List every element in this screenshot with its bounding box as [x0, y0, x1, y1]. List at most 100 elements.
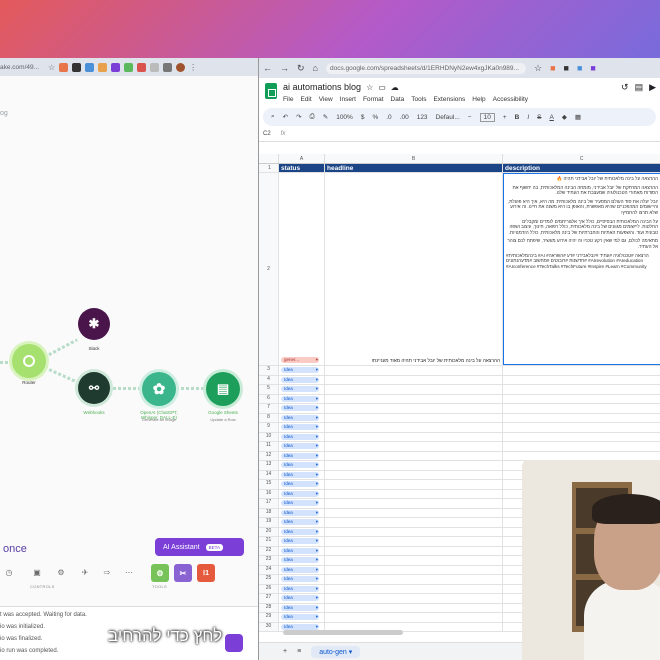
openai-node[interactable]: ✿ — [142, 372, 176, 406]
headline-cell[interactable] — [325, 527, 503, 536]
fill-color-icon[interactable]: ◆ — [562, 113, 567, 121]
headline-cell[interactable] — [325, 375, 503, 384]
sheets-node[interactable]: ▤ — [206, 372, 240, 406]
row-number[interactable]: 27 — [259, 594, 279, 603]
currency-icon[interactable]: $ — [361, 114, 365, 121]
reload-icon[interactable]: ↻ — [297, 63, 305, 74]
row-number[interactable]: 11 — [259, 442, 279, 451]
row-number[interactable]: 2 — [259, 173, 279, 365]
redo-icon[interactable]: ↷ — [296, 113, 301, 121]
menu-view[interactable]: View — [319, 96, 333, 103]
row-number[interactable]: 15 — [259, 480, 279, 489]
extension-icon[interactable]: ■ — [550, 63, 555, 73]
headline-cell[interactable]: ההרצאה על בינה מלאכותית של יובל אבידני ת… — [325, 173, 503, 365]
status-dropdown-chip[interactable]: Idea — [281, 462, 319, 468]
comment-icon[interactable]: ▤ — [635, 82, 644, 93]
menu-format[interactable]: Format — [363, 96, 384, 103]
description-cell[interactable] — [503, 395, 660, 404]
borders-icon[interactable]: ▦ — [575, 113, 581, 121]
header-status-cell[interactable]: status — [279, 164, 325, 172]
column-header-b[interactable]: B — [325, 154, 503, 163]
strikethrough-icon[interactable]: S — [537, 114, 541, 121]
status-cell[interactable]: Idea — [279, 432, 325, 441]
extension-icon[interactable] — [163, 62, 173, 72]
status-cell[interactable]: Idea — [279, 394, 325, 403]
description-cell[interactable] — [503, 452, 660, 461]
headline-cell[interactable] — [325, 594, 503, 603]
status-dropdown-chip[interactable]: Idea — [281, 395, 319, 402]
status-dropdown-chip[interactable]: Idea — [281, 614, 319, 620]
font-size-input[interactable]: 10 — [479, 112, 495, 122]
move-folder-icon[interactable]: ▭ — [378, 83, 386, 92]
menu-file[interactable]: File — [283, 96, 293, 103]
headline-cell[interactable] — [325, 556, 503, 565]
select-all-corner[interactable] — [259, 154, 279, 163]
status-dropdown-chip[interactable]: Idea — [281, 376, 319, 383]
row-number[interactable]: 10 — [259, 432, 279, 441]
chat-support-icon[interactable] — [225, 634, 243, 652]
status-dropdown-chip[interactable]: Idea — [281, 481, 319, 487]
description-cell[interactable] — [503, 423, 660, 432]
percent-icon[interactable]: % — [372, 114, 378, 121]
headline-cell[interactable] — [325, 518, 503, 527]
zoom-select[interactable]: 100% — [336, 114, 353, 121]
description-cell[interactable] — [503, 404, 660, 413]
headline-cell[interactable] — [325, 499, 503, 508]
bold-icon[interactable]: B — [515, 114, 520, 121]
tools-flow-icon[interactable]: ✂ — [174, 564, 192, 582]
status-cell[interactable]: Idea — [279, 613, 325, 622]
extension-icon[interactable] — [150, 62, 160, 72]
status-dropdown-chip[interactable]: gener... — [281, 357, 319, 363]
status-cell[interactable]: Idea — [279, 575, 325, 584]
headline-cell[interactable] — [325, 537, 503, 546]
schedule-icon[interactable]: ◷ — [2, 565, 16, 579]
status-dropdown-chip[interactable]: Idea — [281, 576, 319, 582]
status-cell[interactable]: Idea — [279, 499, 325, 508]
headline-cell[interactable] — [325, 385, 503, 394]
horizontal-scrollbar[interactable] — [283, 630, 403, 635]
meet-icon[interactable]: ▶ — [649, 82, 656, 93]
status-dropdown-chip[interactable]: Idea — [281, 433, 319, 440]
forward-icon[interactable]: → — [280, 63, 289, 73]
tools-text-icon[interactable]: Ⅰ1 — [197, 564, 215, 582]
status-dropdown-chip[interactable]: Idea — [281, 471, 319, 478]
status-dropdown-chip[interactable]: Idea — [281, 405, 319, 411]
row-number[interactable]: 9 — [259, 423, 279, 432]
status-dropdown-chip[interactable]: Idea — [281, 367, 319, 373]
headline-cell[interactable] — [325, 584, 503, 593]
description-cell[interactable] — [503, 376, 660, 385]
headline-cell[interactable] — [325, 603, 503, 612]
status-dropdown-chip[interactable]: Idea — [281, 585, 319, 592]
menu-edit[interactable]: Edit — [300, 96, 311, 103]
row-number[interactable]: 25 — [259, 575, 279, 584]
status-cell[interactable]: Idea — [279, 546, 325, 555]
home-icon[interactable]: ⌂ — [313, 63, 318, 73]
headline-cell[interactable] — [325, 423, 503, 432]
status-dropdown-chip[interactable]: Idea — [281, 623, 319, 630]
menu-tools[interactable]: Tools — [411, 96, 426, 103]
header-description-cell[interactable]: description — [503, 164, 660, 172]
status-dropdown-chip[interactable]: Idea — [281, 443, 319, 449]
headline-cell[interactable] — [325, 413, 503, 422]
row-number[interactable]: 6 — [259, 394, 279, 403]
star-icon[interactable]: ☆ — [48, 63, 55, 72]
headline-cell[interactable] — [325, 565, 503, 574]
status-cell[interactable]: Idea — [279, 489, 325, 498]
row-number[interactable]: 18 — [259, 508, 279, 517]
status-cell[interactable]: Idea — [279, 508, 325, 517]
status-cell[interactable]: Idea — [279, 537, 325, 546]
status-dropdown-chip[interactable]: Idea — [281, 547, 319, 554]
auto-align-icon[interactable]: ✈ — [78, 565, 92, 579]
italic-icon[interactable]: I — [527, 114, 529, 121]
slack-node[interactable]: ✱ — [78, 308, 110, 340]
paint-format-icon[interactable]: ✎ — [323, 113, 328, 121]
column-header-a[interactable]: A — [279, 154, 325, 163]
row-number[interactable]: 12 — [259, 451, 279, 460]
row-number[interactable]: 16 — [259, 489, 279, 498]
row-number[interactable]: 22 — [259, 546, 279, 555]
document-title[interactable]: ai automations blog — [283, 82, 361, 92]
extension-icon[interactable] — [85, 62, 95, 72]
headline-cell[interactable] — [325, 613, 503, 622]
status-dropdown-chip[interactable]: Idea — [281, 604, 319, 611]
status-dropdown-chip[interactable]: Idea — [281, 509, 319, 516]
